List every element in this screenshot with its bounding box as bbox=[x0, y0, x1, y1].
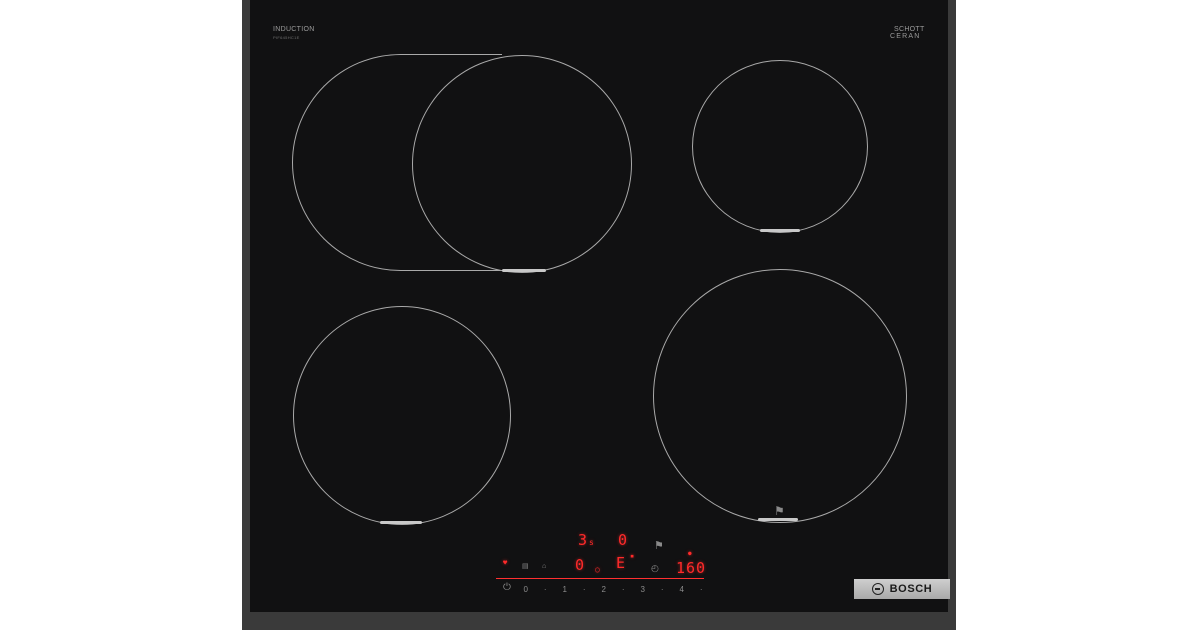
type-label: INDUCTION bbox=[273, 26, 315, 33]
scale-mark[interactable]: · bbox=[614, 585, 634, 594]
scale-mark[interactable]: · bbox=[692, 585, 712, 594]
timer-indicator: ● bbox=[688, 550, 692, 557]
scale-mark[interactable]: 1 bbox=[555, 585, 575, 594]
induction-hob: INDUCTION PIF645HC1E SCHOTT CERAN ⚑ 3 s … bbox=[242, 0, 956, 630]
zone-indicator-front-right bbox=[758, 518, 798, 521]
heat-indicator-dot: ○ bbox=[595, 565, 600, 574]
ceramic-glass-top: INDUCTION PIF645HC1E SCHOTT CERAN ⚑ 3 s … bbox=[250, 0, 950, 612]
zone-selector-marker: ▪ bbox=[630, 552, 635, 560]
cooking-zone-front-flex[interactable] bbox=[412, 55, 632, 273]
frying-sensor-button-icon[interactable]: ⚑ bbox=[654, 541, 664, 552]
zone-indicator-rear-right bbox=[760, 229, 800, 232]
bosch-logo-icon bbox=[871, 583, 884, 595]
scale-mark[interactable]: 4 bbox=[672, 585, 692, 594]
zone-indicator-flex bbox=[502, 269, 546, 272]
scale-mark[interactable]: · bbox=[575, 585, 595, 594]
power-boost-icon[interactable]: ♥ bbox=[503, 560, 507, 567]
model-code: PIF645HC1E bbox=[273, 35, 300, 40]
scale-mark[interactable]: 3 bbox=[633, 585, 653, 594]
timer-icon[interactable]: ◴ bbox=[651, 564, 659, 573]
child-lock-icon[interactable]: ⌂ bbox=[542, 563, 546, 570]
cooking-zone-rear-right[interactable] bbox=[692, 60, 868, 233]
frying-sensor-icon: ⚑ bbox=[774, 504, 785, 518]
glass-brand-line2: CERAN bbox=[890, 33, 921, 40]
power-switch-icon[interactable]: ⏻ bbox=[503, 583, 511, 593]
brand-badge: BOSCH bbox=[854, 579, 950, 599]
zone-bottom-mid-display: E bbox=[616, 554, 626, 572]
zone-indicator-front-left bbox=[380, 521, 422, 524]
cooking-zone-front-right[interactable] bbox=[653, 269, 907, 523]
zone-top-right-display: 0 bbox=[618, 531, 628, 549]
glass-brand-line1: SCHOTT bbox=[894, 26, 925, 33]
brand-name: BOSCH bbox=[889, 583, 933, 595]
touch-slider-track[interactable] bbox=[496, 578, 704, 579]
cooking-zone-front-left[interactable] bbox=[293, 306, 511, 525]
scale-mark[interactable]: · bbox=[653, 585, 673, 594]
power-level-scale[interactable]: 0 · 1 · 2 · 3 · 4 · bbox=[516, 585, 711, 594]
zone-top-level-display: 3 bbox=[578, 531, 588, 549]
zone-top-sub-display: s bbox=[589, 538, 594, 547]
wipe-protection-icon[interactable]: ▤ bbox=[522, 563, 529, 570]
scale-mark[interactable]: 2 bbox=[594, 585, 614, 594]
scale-mark[interactable]: 0 bbox=[516, 585, 536, 594]
timer-display: 160 bbox=[676, 559, 707, 577]
scale-mark[interactable]: · bbox=[536, 585, 556, 594]
zone-bottom-left-display: 0 bbox=[575, 556, 585, 574]
